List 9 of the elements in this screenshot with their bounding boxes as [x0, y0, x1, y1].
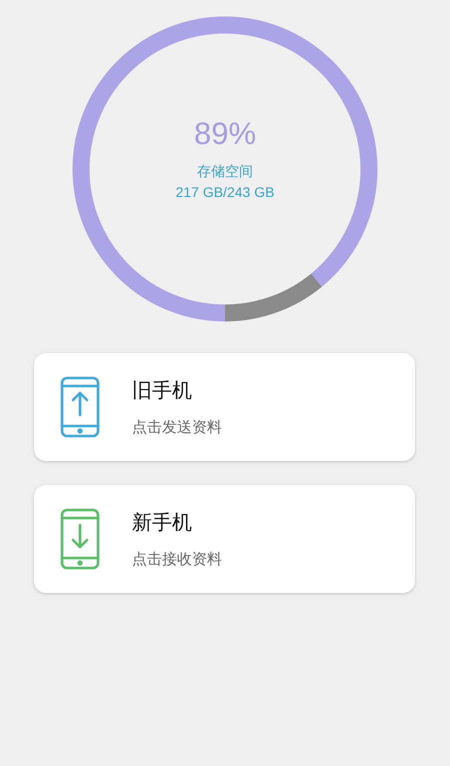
storage-percent: 89% [194, 116, 256, 152]
option-title: 旧手机 [132, 377, 193, 404]
option-subtitle: 点击发送资料 [132, 418, 222, 437]
phone-option-card[interactable]: 新手机 点击接收资料 [34, 485, 415, 593]
storage-usage: 217 GB/243 GB [176, 183, 274, 202]
phone-option-card[interactable]: 旧手机 点击发送资料 [34, 353, 415, 461]
option-subtitle: 点击接收资料 [132, 550, 222, 569]
storage-label: 存储空间 [197, 163, 253, 182]
option-title: 新手机 [132, 509, 193, 536]
